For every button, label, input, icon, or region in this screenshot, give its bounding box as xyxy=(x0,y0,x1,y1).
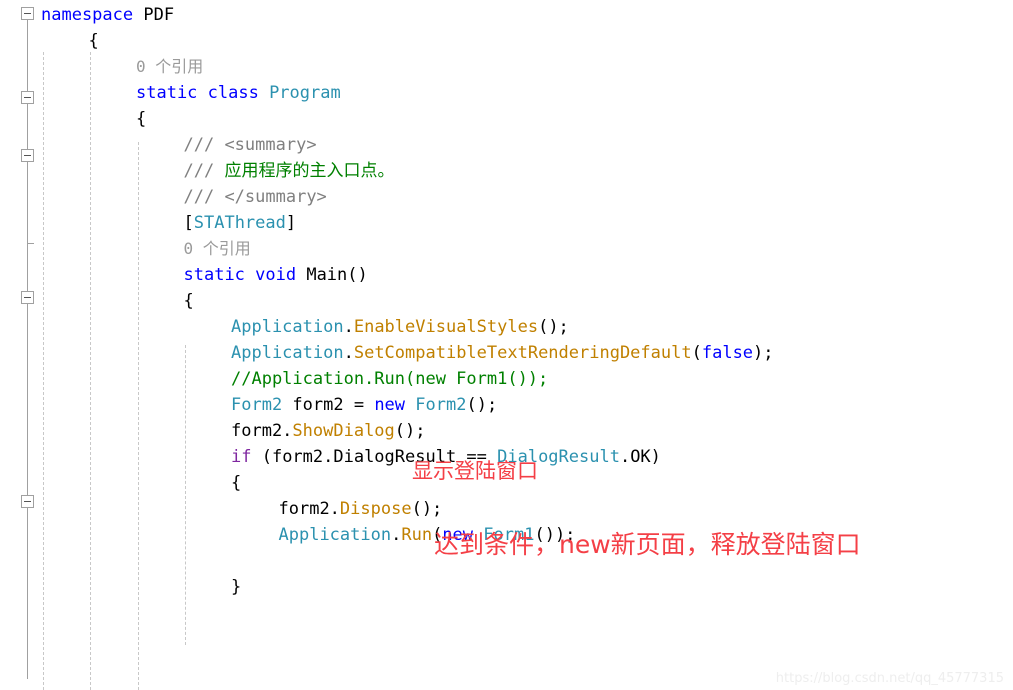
code-line[interactable]: [STAThread] xyxy=(184,210,297,236)
code-token-plain: PDF xyxy=(133,5,175,25)
code-token-kw: static class xyxy=(136,83,270,103)
code-token-type: Program xyxy=(269,83,341,103)
indent-guide xyxy=(90,52,91,690)
code-token-mth: Dispose xyxy=(339,499,412,519)
code-token-mth: Run xyxy=(401,525,433,545)
indent-guide xyxy=(138,142,139,690)
fold-collapse-box[interactable] xyxy=(21,291,34,304)
indent-guide xyxy=(43,52,44,690)
code-line[interactable]: form2.Dispose(); xyxy=(279,496,443,522)
code-line[interactable]: //Application.Run(new Form1()); xyxy=(231,366,548,392)
code-line[interactable]: 0 个引用 xyxy=(136,54,203,80)
code-token-mth: EnableVisualStyles xyxy=(353,317,539,337)
code-token-plain: form2. xyxy=(278,499,340,519)
code-token-plain: [ xyxy=(183,213,194,233)
code-line[interactable]: Application.EnableVisualStyles(); xyxy=(231,314,569,340)
code-line[interactable]: Application.SetCompatibleTextRenderingDe… xyxy=(231,340,774,366)
code-token-plain: ); xyxy=(753,343,774,363)
code-line[interactable]: /// <summary> xyxy=(184,132,317,158)
indent-guide xyxy=(185,345,186,645)
code-token-plain: ] xyxy=(285,213,297,233)
code-line[interactable]: namespace PDF xyxy=(41,2,174,28)
code-token-kw: namespace xyxy=(41,5,134,25)
code-token-doc: /// xyxy=(183,161,225,181)
code-token-plain: . xyxy=(343,317,354,337)
red-annotation-text: 达到条件，new新页面，释放登陆窗口 xyxy=(434,530,861,559)
code-line[interactable]: { xyxy=(184,288,194,314)
fold-collapse-box[interactable] xyxy=(21,149,34,162)
code-token-cmt: 应用程序的主入口点。 xyxy=(224,161,395,181)
red-annotation-text: 显示登陆窗口 xyxy=(412,459,538,483)
code-line[interactable]: form2.ShowDialog(); xyxy=(231,418,426,444)
code-token-type: Form2 xyxy=(415,395,467,415)
code-token-kw: new xyxy=(374,395,406,415)
code-token-plain: { xyxy=(88,31,99,51)
code-token-plain: { xyxy=(231,473,242,493)
code-token-plain: (); xyxy=(538,317,569,337)
fold-collapse-box[interactable] xyxy=(21,495,34,508)
code-token-cmt: //Application.Run(new Form1()); xyxy=(231,369,549,389)
code-line[interactable]: { xyxy=(89,28,99,54)
code-line[interactable]: /// </summary> xyxy=(184,184,327,210)
code-line[interactable]: static class Program xyxy=(136,80,341,106)
code-token-plain: (); xyxy=(394,421,426,441)
code-token-mth: SetCompatibleTextRenderingDefault xyxy=(353,343,692,363)
code-token-doc: /// <summary> xyxy=(183,135,317,155)
code-token-plain: { xyxy=(183,291,194,311)
fold-tick-marker xyxy=(27,243,34,244)
code-line[interactable]: { xyxy=(231,470,241,496)
fold-collapse-box[interactable] xyxy=(21,7,34,20)
code-token-ref: 0 个引用 xyxy=(183,239,251,258)
code-line[interactable]: Form2 form2 = new Form2(); xyxy=(231,392,497,418)
code-token-type: Form2 xyxy=(231,395,283,415)
code-token-doc: /// </summary> xyxy=(183,187,327,207)
code-token-type: Application xyxy=(278,525,392,545)
code-line[interactable]: 0 个引用 xyxy=(184,236,251,262)
code-token-kw: false xyxy=(701,343,754,363)
fold-spine-line xyxy=(27,14,28,679)
fold-collapse-box[interactable] xyxy=(21,91,34,104)
code-token-ref: 0 个引用 xyxy=(136,57,204,76)
code-token-plain: (); xyxy=(466,395,498,415)
code-token-kw: static void xyxy=(183,265,307,285)
fold-gutter[interactable] xyxy=(0,0,40,690)
code-line[interactable]: static void Main() xyxy=(184,262,368,288)
code-token-type: Application xyxy=(231,317,344,337)
code-token-plain: (); xyxy=(411,499,443,519)
code-token-type: Application xyxy=(231,343,344,363)
code-token-plain: { xyxy=(136,109,147,129)
code-token-kwc: if xyxy=(231,447,252,467)
watermark-text: https://blog.csdn.net/qq_45777315 xyxy=(775,671,1004,686)
code-token-plain: Main() xyxy=(306,265,368,285)
code-token-type: STAThread xyxy=(193,213,286,233)
code-line[interactable]: } xyxy=(231,574,241,600)
code-token-mth: ShowDialog xyxy=(292,421,395,441)
code-line[interactable]: /// 应用程序的主入口点。 xyxy=(184,158,395,184)
code-token-plain: ( xyxy=(691,343,702,363)
code-token-plain: .OK) xyxy=(619,447,661,467)
code-token-plain: form2. xyxy=(231,421,293,441)
code-token-plain: } xyxy=(231,577,242,597)
code-editor-surface[interactable]: namespace PDF {0 个引用 static class Program {… xyxy=(0,0,1013,690)
code-token-plain: . xyxy=(343,343,354,363)
code-token-plain: form2 = xyxy=(282,395,375,415)
code-line[interactable]: { xyxy=(136,106,146,132)
code-token-plain: . xyxy=(391,525,402,545)
